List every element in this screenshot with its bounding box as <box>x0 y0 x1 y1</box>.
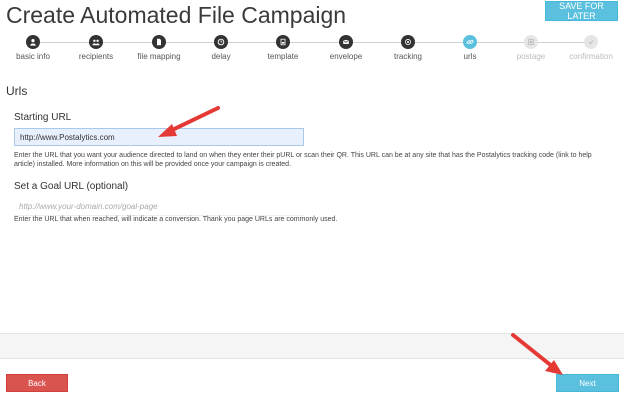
step-label: delay <box>211 52 231 61</box>
envelope-icon <box>339 35 353 49</box>
template-icon <box>276 35 290 49</box>
goal-url-label: Set a Goal URL (optional) <box>14 181 129 192</box>
goal-url-input[interactable] <box>14 198 304 216</box>
check-icon <box>584 35 598 49</box>
step-file-mapping[interactable]: file mapping <box>129 35 189 61</box>
step-label: confirmation <box>569 52 613 61</box>
file-icon <box>152 35 166 49</box>
step-urls[interactable]: urls <box>440 35 500 61</box>
tracking-icon <box>401 35 415 49</box>
link-icon <box>463 35 477 49</box>
step-label: postage <box>516 52 546 61</box>
section-title: Urls <box>6 84 28 98</box>
starting-url-input[interactable] <box>14 128 304 146</box>
page-title: Create Automated File Campaign <box>6 2 347 28</box>
clock-icon <box>214 35 228 49</box>
step-tracking[interactable]: tracking <box>378 35 438 61</box>
step-template[interactable]: template <box>253 35 313 61</box>
back-button[interactable]: Back <box>6 374 68 392</box>
starting-url-label: Starting URL <box>14 112 72 123</box>
footer-band <box>0 333 624 359</box>
step-label: template <box>267 52 299 61</box>
save-for-later-button[interactable]: SAVE FOR LATER <box>545 1 618 21</box>
person-icon <box>26 35 40 49</box>
step-label: recipients <box>78 52 114 61</box>
page: Create Automated File Campaign SAVE FOR … <box>0 0 624 403</box>
postage-icon <box>524 35 538 49</box>
step-label: urls <box>463 52 477 61</box>
step-recipients[interactable]: recipients <box>66 35 126 61</box>
step-label: envelope <box>329 52 363 61</box>
next-button[interactable]: Next <box>556 374 619 392</box>
step-confirmation: confirmation <box>561 35 621 61</box>
progress-stepper: basic info recipients file mapping delay <box>6 35 618 75</box>
step-basic-info[interactable]: basic info <box>3 35 63 61</box>
step-label: tracking <box>393 52 422 61</box>
group-icon <box>89 35 103 49</box>
step-postage: postage <box>501 35 561 61</box>
step-delay[interactable]: delay <box>191 35 251 61</box>
step-label: basic info <box>16 52 50 61</box>
starting-url-help: Enter the URL that you want your audienc… <box>14 152 592 168</box>
goal-url-help: Enter the URL that when reached, will in… <box>14 216 338 223</box>
step-envelope[interactable]: envelope <box>316 35 376 61</box>
step-label: file mapping <box>137 52 181 61</box>
